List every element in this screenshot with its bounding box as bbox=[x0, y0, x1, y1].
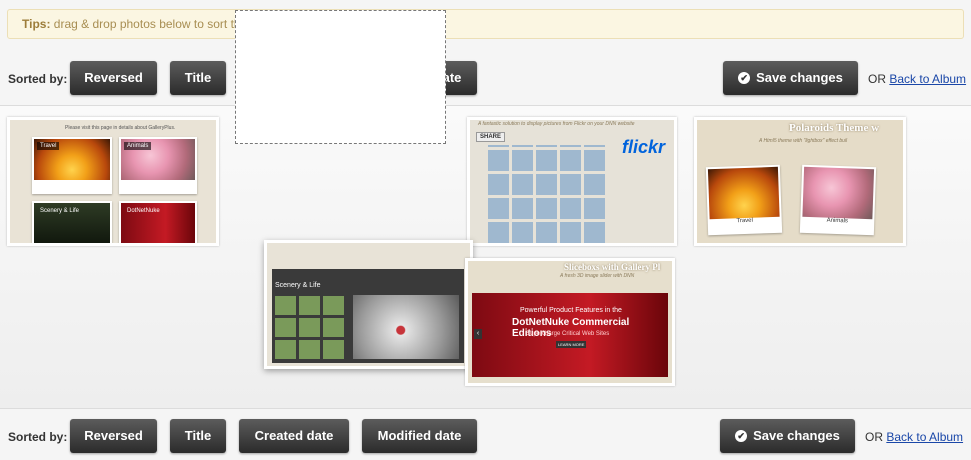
flickr-logo-icon: flickr bbox=[622, 137, 666, 157]
share-icon: SHARE bbox=[476, 132, 506, 142]
or-separator: OR Back to Album bbox=[865, 430, 964, 444]
check-circle-icon: ✔ bbox=[738, 72, 751, 84]
back-to-album-link[interactable]: Back to Album bbox=[889, 72, 966, 86]
polaroid-tile: Travel bbox=[705, 164, 783, 236]
thumb-tile: DotNetNuke bbox=[119, 201, 197, 243]
sort-reversed-button[interactable]: Reversed bbox=[70, 61, 157, 95]
chevron-left-icon: ‹ bbox=[474, 329, 482, 339]
polaroid-tile: Animals bbox=[799, 164, 877, 236]
sort-toolbar-top: Sorted by: Reversed Title Created date M… bbox=[0, 61, 971, 101]
slider-image: Powerful Product Features in the DotNetN… bbox=[472, 293, 668, 377]
thumb-tile: Scenery & Life bbox=[32, 201, 112, 243]
sorted-by-label: Sorted by: bbox=[8, 72, 68, 86]
save-changes-button[interactable]: ✔ Save changes bbox=[720, 419, 855, 453]
back-to-album-link[interactable]: Back to Album bbox=[886, 430, 963, 444]
gallery-thumbnail[interactable]: Polaroids Theme w A Html5 theme with "li… bbox=[694, 117, 906, 246]
or-separator: OR Back to Album bbox=[868, 72, 967, 86]
sort-reversed-button[interactable]: Reversed bbox=[70, 419, 157, 453]
save-changes-label: Save changes bbox=[756, 70, 843, 85]
save-changes-label: Save changes bbox=[753, 428, 840, 443]
sort-title-button[interactable]: Title bbox=[170, 61, 226, 95]
sort-title-button[interactable]: Title bbox=[170, 419, 226, 453]
tips-banner: Tips: drag & drop photos below to sort t… bbox=[7, 9, 964, 39]
drop-placeholder[interactable] bbox=[235, 10, 446, 144]
dragged-thumbnail[interactable]: Scenery & Life bbox=[264, 240, 473, 369]
save-changes-button[interactable]: ✔ Save changes bbox=[723, 61, 858, 95]
tips-label: Tips: bbox=[22, 17, 51, 31]
gallery-thumbnail[interactable]: Please visit this page in details about … bbox=[7, 117, 219, 246]
thumb-tile: Travel bbox=[32, 137, 112, 194]
sort-toolbar-bottom: Sorted by: Reversed Title Created date M… bbox=[0, 419, 971, 459]
preview-image bbox=[353, 295, 459, 359]
divider-bottom bbox=[0, 408, 971, 409]
thumb-tile: Animals bbox=[119, 137, 197, 194]
check-circle-icon: ✔ bbox=[735, 430, 748, 442]
gallery-thumbnail[interactable]: A fantastic solution to display pictures… bbox=[467, 117, 677, 246]
sorted-by-label: Sorted by: bbox=[8, 430, 68, 444]
sort-created-date-button[interactable]: Created date bbox=[239, 419, 349, 453]
gallery-thumbnail[interactable]: Sliceboxs with Gallery Pl A fresh 3D ima… bbox=[465, 258, 675, 386]
sort-modified-date-button[interactable]: Modified date bbox=[362, 419, 477, 453]
